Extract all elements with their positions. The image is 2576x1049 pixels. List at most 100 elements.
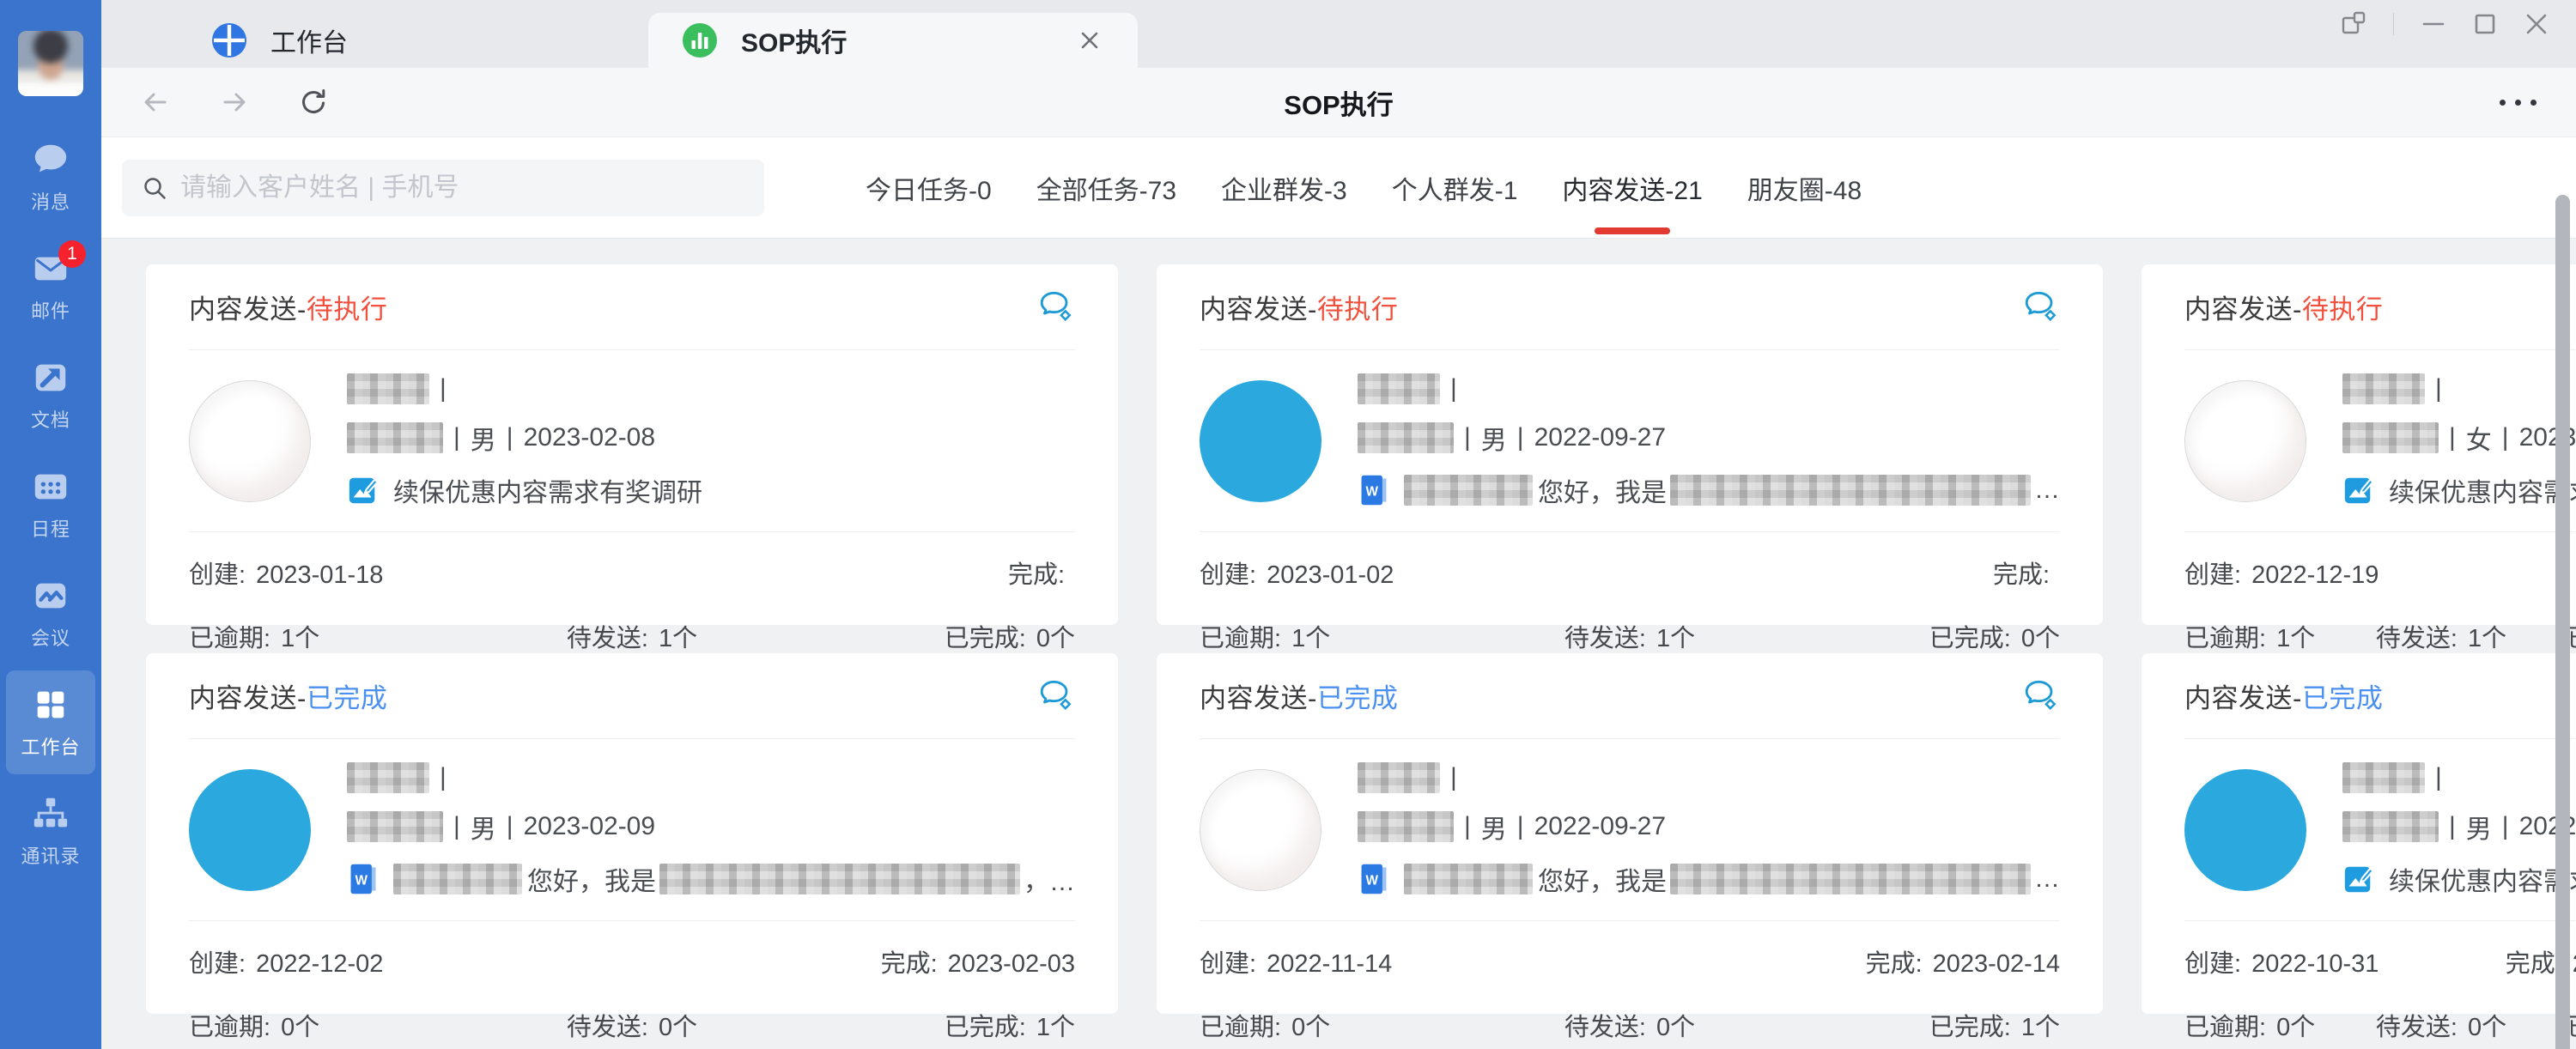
overdue-stat: 已逾期:0个 <box>1200 1007 1330 1043</box>
content-line: 续保优惠内容需求有奖调研 <box>347 471 1075 509</box>
customer-avatar <box>2184 769 2306 891</box>
user-avatar-photo <box>18 31 83 96</box>
to-send-stat: 待发送:0个 <box>567 1007 697 1043</box>
customer-name-line: | <box>347 762 1075 793</box>
created-field: 创建:2022-12-19 <box>2184 555 2379 591</box>
send-chat-icon[interactable] <box>1036 289 1075 325</box>
status-badge: 待执行 <box>1317 294 1399 324</box>
customer-detail-line: |男|2022-09-27 <box>2342 808 2576 846</box>
message-icon <box>31 140 70 179</box>
sidebar-item-calendar[interactable]: 日程 <box>6 452 95 556</box>
card-meta-row: 创建:2022-10-31 完成:2022-11-18 <box>2184 943 2576 979</box>
card-stats-row: 已逾期:0个 待发送:0个 已完成:1个 <box>189 1007 1075 1043</box>
browser-nav-row: SOP执行 <box>101 68 2576 137</box>
overdue-stat: 已逾期:1个 <box>2184 618 2315 654</box>
content-line: W您好，我是，… <box>347 860 1075 898</box>
workbench-tab-icon <box>210 21 248 59</box>
app-tab-active[interactable]: SOP执行 <box>648 13 1138 68</box>
card-header: 内容发送-待执行 <box>1200 264 2060 350</box>
created-field: 创建:2022-12-02 <box>189 943 383 979</box>
user-avatar[interactable] <box>18 31 83 96</box>
sidebar-item-mail[interactable]: 1 邮件 <box>6 234 95 338</box>
tab-label: SOP执行 <box>741 21 847 59</box>
task-card[interactable]: 内容发送-待执行 | |女|2023-02-08 续保优惠内容需求有奖调研 <box>2142 264 2576 625</box>
filter-tab-个人群发-1[interactable]: 个人群发-1 <box>1392 162 1518 214</box>
sidebar-item-workbench[interactable]: 工作台 <box>6 670 95 774</box>
refresh-icon[interactable] <box>294 82 333 122</box>
completed-field: 完成:2023-02-03 <box>881 943 1075 979</box>
done-stat: 已完成:1个 <box>945 1007 1075 1043</box>
back-icon[interactable] <box>136 82 175 122</box>
card-stats-row: 已逾期:1个 待发送:1个 已完成:0个 <box>2184 618 2576 654</box>
tab-close-icon[interactable] <box>1074 25 1105 56</box>
filter-tab-企业群发-3[interactable]: 企业群发-3 <box>1221 162 1347 214</box>
sidebar-nav: 消息 1 邮件 文档 日程 会议 工作台 通讯录 <box>6 125 95 888</box>
customer-info: | |男|2022-09-27 续保优惠内容需求有奖调研 <box>2342 762 2576 898</box>
sidebar-item-label: 会议 <box>31 623 70 651</box>
search-input[interactable] <box>180 173 764 203</box>
search-icon <box>141 174 168 202</box>
customer-detail-line: |男|2022-09-27 <box>1358 808 2060 846</box>
minimize-window-icon[interactable] <box>2415 7 2452 41</box>
filter-tab-今日任务-0[interactable]: 今日任务-0 <box>866 162 992 214</box>
filter-toolbar: 今日任务-0 全部任务-73 企业群发-3 个人群发-1 内容发送-21 朋友圈… <box>101 137 2576 239</box>
send-chat-icon[interactable] <box>2020 289 2060 325</box>
card-stats-row: 已逾期:0个 待发送:0个 已完成:1个 <box>1200 1007 2060 1043</box>
close-window-icon[interactable] <box>2518 7 2555 41</box>
redacted-sender <box>1404 864 1533 894</box>
task-card[interactable]: 内容发送-已完成 | |男|2023-02-09 W您好，我是，… <box>146 653 1118 1014</box>
gender: 女 <box>2466 419 2492 457</box>
scrollbar-thumb[interactable] <box>2555 195 2570 1049</box>
app-window: 消息 1 邮件 文档 日程 会议 工作台 通讯录 工作台 SOP执行 <box>0 0 2576 1049</box>
sidebar-item-message[interactable]: 消息 <box>6 125 95 229</box>
customer-name-line: | <box>1358 762 2060 793</box>
gender: 男 <box>1481 419 1507 457</box>
sidebar-item-meeting[interactable]: 会议 <box>6 561 95 665</box>
filter-tab-全部任务-73[interactable]: 全部任务-73 <box>1036 162 1176 214</box>
tab-label: 工作台 <box>270 21 348 59</box>
docs-icon <box>31 358 70 397</box>
tabs-container: 工作台 SOP执行 <box>210 13 1138 68</box>
completed-field: 完成: <box>1993 555 2060 591</box>
redacted-name <box>347 762 429 793</box>
card-header: 内容发送-待执行 <box>2184 264 2576 350</box>
window-controls <box>2335 7 2555 41</box>
filter-tab-内容发送-21[interactable]: 内容发送-21 <box>1562 162 1702 214</box>
gender: 男 <box>471 808 496 846</box>
popout-window-icon[interactable] <box>2335 7 2372 41</box>
customer-info: | |男|2022-09-27 W您好，我是… <box>1358 762 2060 898</box>
maximize-window-icon[interactable] <box>2466 7 2504 41</box>
more-menu-icon[interactable] <box>2496 91 2540 114</box>
card-header: 内容发送-已完成 <box>2184 653 2576 739</box>
svg-text:W: W <box>1365 484 1378 499</box>
sidebar-item-contacts[interactable]: 通讯录 <box>6 779 95 883</box>
overdue-stat: 已逾期:1个 <box>189 618 319 654</box>
send-chat-icon[interactable] <box>2020 678 2060 714</box>
customer-date: 2022-09-27 <box>1534 812 1666 841</box>
mail-icon: 1 <box>31 249 70 288</box>
to-send-stat: 待发送:0个 <box>2376 1007 2506 1043</box>
task-card[interactable]: 内容发送-已完成 | |男|2022-09-27 W您好，我是… <box>1157 653 2103 1014</box>
redacted-name <box>1358 762 1440 793</box>
chart-tab-icon <box>681 21 719 59</box>
task-card[interactable]: 内容发送-待执行 | |男|2023-02-08 续保优惠内容需求有奖调研 <box>146 264 1118 625</box>
meeting-icon <box>31 576 70 615</box>
app-tab-inactive[interactable]: 工作台 <box>210 13 648 68</box>
sidebar: 消息 1 邮件 文档 日程 会议 工作台 通讯录 <box>0 0 101 1049</box>
created-field: 创建:2022-10-31 <box>2184 943 2379 979</box>
greeting-text: 您好，我是 <box>1538 471 1667 509</box>
filter-tab-朋友圈-48[interactable]: 朋友圈-48 <box>1747 162 1862 214</box>
sidebar-item-label: 工作台 <box>21 732 80 760</box>
forward-icon[interactable] <box>215 82 254 122</box>
message-ellipsis: … <box>2034 864 2060 894</box>
card-header: 内容发送-待执行 <box>189 264 1075 350</box>
card-stats-row: 已逾期:0个 待发送:0个 已完成:1个 <box>2184 1007 2576 1043</box>
redacted-name <box>2342 373 2425 404</box>
message-ellipsis: ，… <box>1024 860 1075 898</box>
card-body: | |男|2023-02-08 续保优惠内容需求有奖调研 <box>189 350 1075 532</box>
task-card[interactable]: 内容发送-已完成 | |男|2022-09-27 续保优惠内容需求有奖调研 <box>2142 653 2576 1014</box>
sidebar-item-docs[interactable]: 文档 <box>6 343 95 447</box>
redacted-detail <box>347 811 443 842</box>
task-card[interactable]: 内容发送-待执行 | |男|2022-09-27 W您好，我是… <box>1157 264 2103 625</box>
send-chat-icon[interactable] <box>1036 678 1075 714</box>
